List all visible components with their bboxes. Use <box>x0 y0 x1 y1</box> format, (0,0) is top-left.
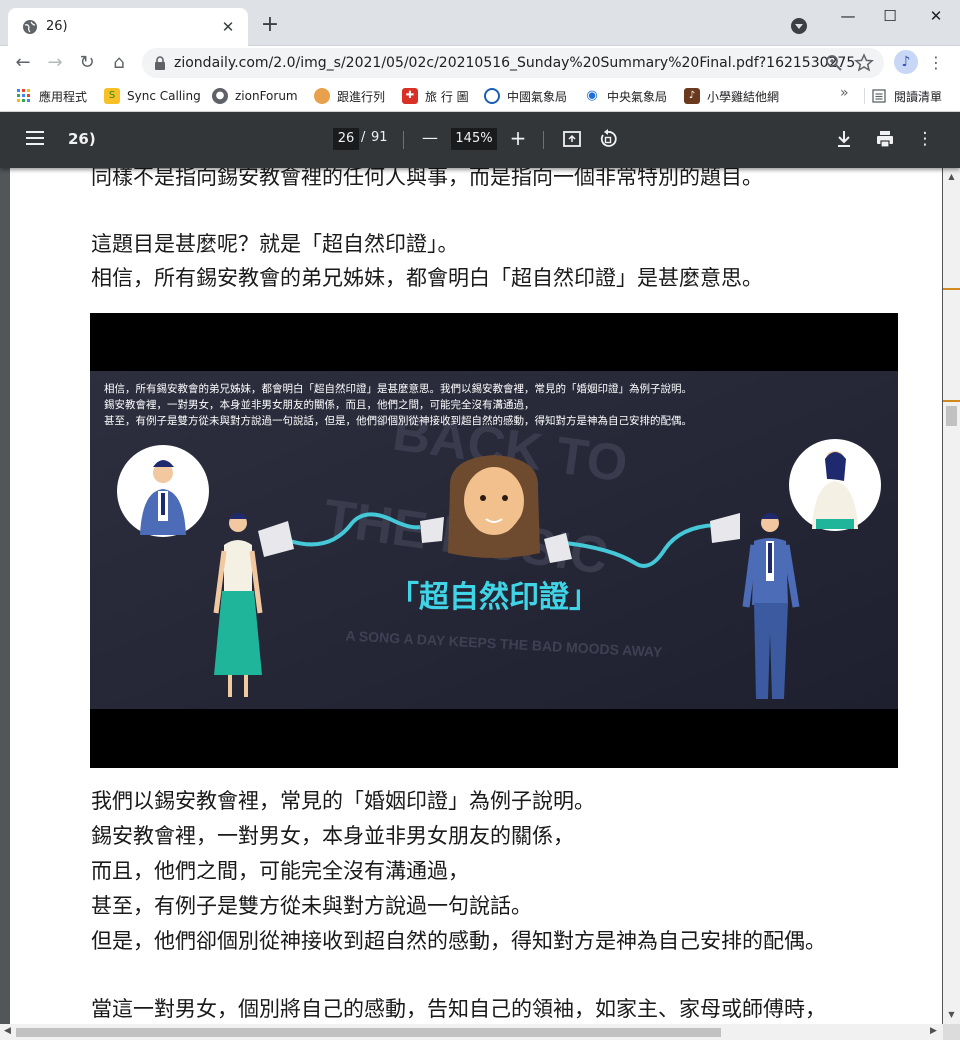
search-marker <box>943 400 960 402</box>
search-marker <box>943 288 960 290</box>
bookmark-travel[interactable]: ✚ 旅 行 圖 <box>402 85 469 107</box>
sync-calling-icon: S <box>104 88 120 104</box>
bookmark-label: 旅 行 圖 <box>425 89 469 104</box>
download-icon[interactable] <box>832 127 856 151</box>
reading-list-icon <box>872 89 886 103</box>
minimize-button[interactable]: — <box>828 4 868 28</box>
divider <box>864 88 865 104</box>
print-icon[interactable] <box>873 127 897 151</box>
bookmark-label: 中央氣象局 <box>607 89 668 104</box>
zoom-level-input[interactable]: 145% <box>451 128 497 150</box>
paragraph-line: 相信，所有錫安教會的弟兄姊妹，都會明白「超自然印證」是甚麼意思。 <box>91 266 763 290</box>
close-window-button[interactable]: ✕ <box>916 4 956 28</box>
tab-title: 26) <box>46 19 68 34</box>
url-text[interactable]: ziondaily.com/2.0/img_s/2021/05/02c/2021… <box>174 55 855 71</box>
paper-cup <box>420 517 444 543</box>
guitar-icon: ♪ <box>684 88 700 104</box>
pdf-viewer[interactable]: 同樣不是指向錫安教會裡的任何人與事，而是指向一個非常特別的題目。 這題目是甚麼呢… <box>0 168 960 1024</box>
paragraph-line: 當這一對男女，個別將自己的感動，告知自己的領袖，如家主、家母或師傅時， <box>91 997 826 1021</box>
paragraph-line: 甚至，有例子是雙方從未與對方說過一句說話。 <box>91 894 532 918</box>
paragraph-line: 這題目是甚麼呢？就是「超自然印證」。 <box>91 232 459 256</box>
paragraph-line: 錫安教會裡，一對男女，本身並非男女朋友的關係， <box>91 824 574 848</box>
pdf-page: 同樣不是指向錫安教會裡的任何人與事，而是指向一個非常特別的題目。 這題目是甚麼呢… <box>10 168 942 1024</box>
jesus-illustration <box>448 455 540 558</box>
page-number-input[interactable]: 26 <box>333 128 359 150</box>
tab-strip: 26) ✕ + — ☐ ✕ <box>0 0 960 46</box>
bookmark-china-weather[interactable]: 中國氣象局 <box>484 85 567 107</box>
bookmark-label: 小學雞結他網 <box>707 89 780 104</box>
apps-grid-icon <box>17 89 30 102</box>
maximize-button[interactable]: ☐ <box>870 4 910 28</box>
browser-toolbar: ← → ↻ ⌂ ziondaily.com/2.0/img_s/2021/05/… <box>0 46 960 80</box>
scroll-down-arrow[interactable]: ▼ <box>947 1010 956 1019</box>
bookmark-sync-calling[interactable]: S Sync Calling <box>104 85 201 107</box>
figure-caption-1: 相信，所有錫安教會的弟兄姊妹，都會明白「超自然印證」是甚麼意思。我們以錫安教會裡… <box>104 382 692 395</box>
scrollbar-corner <box>943 1024 960 1040</box>
bookmarks-more-button[interactable]: » <box>840 85 849 101</box>
weather-tw-icon: ◉ <box>584 88 600 104</box>
vertical-scroll-thumb[interactable] <box>946 406 957 426</box>
globe-icon: ● <box>212 88 228 104</box>
zoom-icon[interactable] <box>824 53 844 73</box>
bookmark-label: 應用程式 <box>39 89 88 104</box>
lock-icon[interactable] <box>154 56 166 70</box>
figure-caption-3: 甚至，有例子是雙方從未與對方說過一句說話，但是，他們卻個別從神接收到超自然的感動… <box>104 414 692 427</box>
travel-icon: ✚ <box>402 88 418 104</box>
paragraph-line: 我們以錫安教會裡，常見的「婚姻印證」為例子說明。 <box>91 789 595 813</box>
figure-title: 「超自然印證」 <box>389 580 599 615</box>
sidebar-menu-icon[interactable] <box>26 131 44 145</box>
home-button[interactable]: ⌂ <box>106 50 132 76</box>
horizontal-scrollbar[interactable]: ◀ ▶ <box>0 1024 943 1040</box>
reading-list-label: 閱讀清單 <box>894 89 943 104</box>
tab-active[interactable]: 26) ✕ <box>8 8 248 46</box>
back-button[interactable]: ← <box>10 50 36 76</box>
document-title: 26) <box>68 130 96 148</box>
bookmark-zionforum[interactable]: ● zionForum <box>212 85 298 107</box>
bookmark-label: zionForum <box>235 89 298 103</box>
figure-caption-2: 錫安教會裡，一對男女，本身並非男女朋友的關係，而且，他們之間，可能完全沒有溝通過… <box>104 398 535 411</box>
man-avatar-circle <box>117 445 209 537</box>
divider <box>403 131 404 149</box>
zoom-in-button[interactable]: + <box>506 126 530 150</box>
horizontal-scroll-thumb[interactable] <box>16 1028 721 1037</box>
pdf-toolbar: 26) 26 / 91 — 145% + ⋮ <box>0 112 960 168</box>
reload-button[interactable]: ↻ <box>74 50 100 76</box>
forward-button[interactable]: → <box>42 50 68 76</box>
bookmark-star-icon[interactable] <box>854 53 874 73</box>
scroll-left-arrow[interactable]: ◀ <box>4 1026 11 1036</box>
paragraph-line: 同樣不是指向錫安教會裡的任何人與事，而是指向一個非常特別的題目。 <box>91 168 763 189</box>
bookmark-central-weather[interactable]: ◉ 中央氣象局 <box>584 85 667 107</box>
profile-avatar[interactable]: ♪ <box>894 50 918 74</box>
paragraph-line: 但是，他們卻個別從神接收到超自然的感動，得知對方是神為自己安排的配偶。 <box>91 929 826 953</box>
tab-close-icon[interactable]: ✕ <box>218 17 238 37</box>
weather-cn-icon <box>484 88 500 104</box>
paragraph-line: 而且，他們之間，可能完全沒有溝通過， <box>91 859 469 883</box>
fit-to-page-icon[interactable] <box>560 127 584 151</box>
video-still-image: BACK TO THE MUSIC A SONG A DAY KEEPS THE… <box>90 313 898 768</box>
divider <box>543 131 544 149</box>
globe-icon <box>23 20 37 34</box>
address-bar[interactable]: ziondaily.com/2.0/img_s/2021/05/02c/2021… <box>142 48 884 78</box>
scroll-up-arrow[interactable]: ▲ <box>947 172 956 181</box>
tab-search-icon[interactable] <box>791 18 807 34</box>
zoom-out-button[interactable]: — <box>418 126 442 150</box>
bookmark-label: 跟進行列 <box>337 89 386 104</box>
bookmark-apps[interactable]: 應用程式 <box>16 85 87 107</box>
bookmark-label: Sync Calling <box>127 89 201 103</box>
page-separator: / <box>361 130 366 145</box>
browser-menu-icon[interactable]: ⋮ <box>926 50 946 76</box>
more-options-icon[interactable]: ⋮ <box>913 127 937 151</box>
vertical-scrollbar[interactable]: ▲ ▼ <box>943 168 960 1024</box>
bookmark-label: 中國氣象局 <box>507 89 568 104</box>
cookie-icon <box>314 88 330 104</box>
page-total: 91 <box>371 130 388 145</box>
rotate-icon[interactable] <box>596 127 620 151</box>
reading-list-button[interactable]: 閱讀清單 <box>872 85 942 107</box>
woman-avatar-circle <box>789 439 881 531</box>
bookmark-guitar[interactable]: ♪ 小學雞結他網 <box>684 85 779 107</box>
new-tab-button[interactable]: + <box>258 14 282 38</box>
scroll-right-arrow[interactable]: ▶ <box>930 1026 937 1036</box>
bookmarks-bar: 應用程式 S Sync Calling ● zionForum 跟進行列 ✚ 旅… <box>0 80 960 112</box>
bookmark-follow-up[interactable]: 跟進行列 <box>314 85 385 107</box>
